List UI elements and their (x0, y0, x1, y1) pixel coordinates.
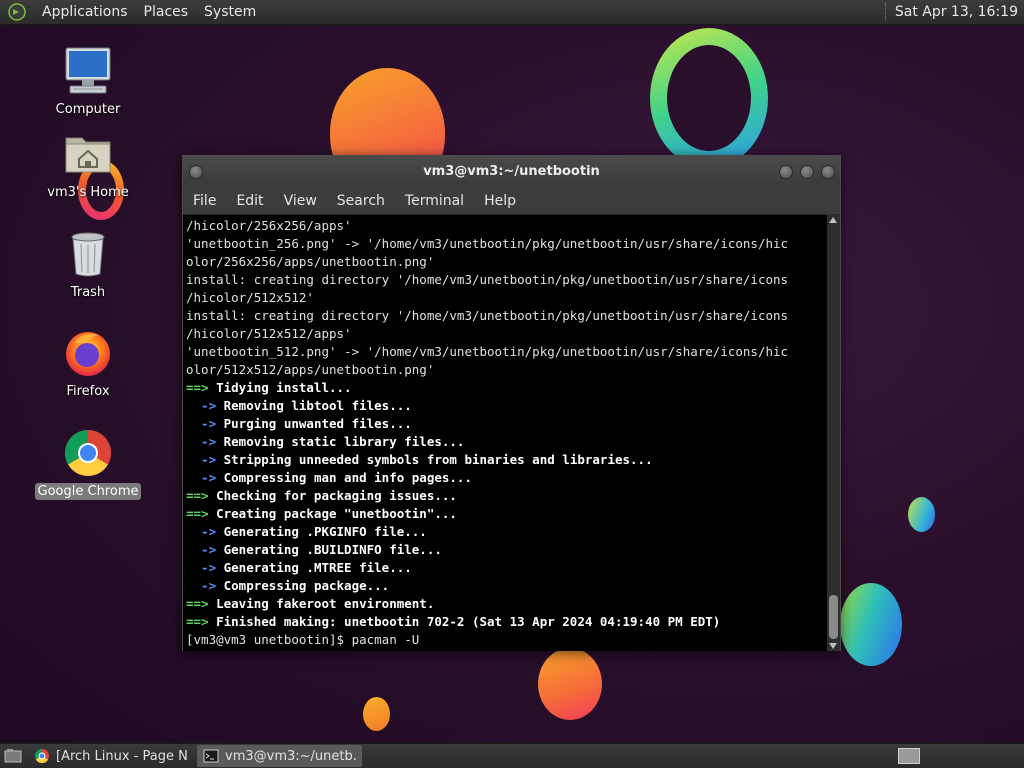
terminal-line: ==> Creating package "unetbootin"... (186, 506, 457, 521)
clock[interactable]: Sat Apr 13, 16:19 (895, 4, 1024, 20)
desktop-icon-chrome[interactable]: Google Chrome (33, 427, 143, 500)
bottom-panel: [Arch Linux - Page N... vm3@vm3:~/unetb.… (0, 743, 1024, 768)
desktop-icon-trash[interactable]: Trash (33, 228, 143, 301)
top-panel: Applications Places System Sat Apr 13, 1… (0, 0, 1024, 25)
decorative-orange-blob-2 (538, 648, 602, 720)
menu-help[interactable]: Help (474, 187, 526, 215)
terminal-line: -> Generating .PKGINFO file... (186, 524, 427, 539)
maximize-button[interactable] (800, 164, 814, 179)
taskbar-item-browser[interactable]: [Arch Linux - Page N... (28, 745, 193, 767)
chrome-icon (62, 427, 114, 479)
panel-separator (884, 3, 887, 21)
desktop-icon-firefox[interactable]: Firefox (33, 327, 143, 400)
desktop-icon-computer[interactable]: Computer (33, 45, 143, 118)
menu-terminal[interactable]: Terminal (395, 187, 474, 215)
terminal-line: 'unetbootin_512.png' -> '/home/vm3/unetb… (186, 344, 789, 359)
terminal-line: [vm3@vm3 unetbootin]$ pacman -U (186, 632, 420, 647)
distro-logo-icon[interactable] (6, 1, 28, 23)
terminal-line: -> Compressing man and info pages... (186, 470, 472, 485)
show-desktop-icon[interactable] (2, 745, 24, 767)
desktop-icon-label: vm3's Home (47, 185, 129, 200)
terminal-line: -> Compressing package... (186, 578, 390, 593)
decorative-green-ring (650, 28, 768, 168)
window-title: vm3@vm3:~/unetbootin (423, 164, 600, 179)
window-titlebar[interactable]: vm3@vm3:~/unetbootin (183, 156, 840, 187)
terminal-line: -> Generating .BUILDINFO file... (186, 542, 442, 557)
decorative-tiny-oval (908, 497, 935, 532)
taskbar-item-label: vm3@vm3:~/unetb... (225, 748, 356, 764)
terminal-line: /hicolor/512x512' (186, 290, 314, 305)
window-menu-button[interactable] (189, 164, 203, 179)
desktop-icon-home[interactable]: vm3's Home (33, 128, 143, 201)
menu-file[interactable]: File (183, 187, 226, 215)
menu-search[interactable]: Search (327, 187, 395, 215)
desktop-icon-label: Firefox (66, 384, 110, 399)
minimize-button[interactable] (779, 164, 793, 179)
terminal-line: install: creating directory '/home/vm3/u… (186, 308, 789, 323)
window-controls (779, 164, 835, 179)
desktop-icon-label: Computer (55, 102, 121, 117)
terminal-line: -> Removing static library files... (186, 434, 465, 449)
scroll-up-arrow-icon[interactable] (829, 217, 837, 223)
terminal-line: olor/256x256/apps/unetbootin.png' (186, 254, 435, 269)
home-folder-icon (62, 128, 114, 180)
terminal-scrollbar[interactable] (827, 215, 840, 651)
terminal-line: -> Purging unwanted files... (186, 416, 412, 431)
terminal-line: -> Stripping unneeded symbols from binar… (186, 452, 653, 467)
firefox-icon (62, 327, 114, 379)
terminal-line: ==> Checking for packaging issues... (186, 488, 457, 503)
terminal-line: ==> Finished making: unetbootin 702-2 (S… (186, 614, 721, 629)
menu-view[interactable]: View (274, 187, 327, 215)
terminal-line: ==> Leaving fakeroot environment. (186, 596, 435, 611)
terminal-line: /hicolor/512x512/apps' (186, 326, 352, 341)
terminal-window[interactable]: vm3@vm3:~/unetbootin File Edit View Sear… (182, 155, 841, 651)
menu-edit[interactable]: Edit (226, 187, 273, 215)
terminal-menubar: File Edit View Search Terminal Help (183, 187, 840, 215)
terminal-text: /hicolor/256x256/apps' 'unetbootin_256.pn… (183, 215, 828, 649)
terminal-line: install: creating directory '/home/vm3/u… (186, 272, 789, 287)
terminal-line: -> Generating .MTREE file... (186, 560, 412, 575)
taskbar-item-label: [Arch Linux - Page N... (56, 748, 187, 764)
decorative-blue-oval (840, 583, 902, 666)
terminal-icon (203, 748, 219, 764)
applications-menu[interactable]: Applications (34, 0, 136, 25)
terminal-line: -> Removing libtool files... (186, 398, 412, 413)
close-button[interactable] (821, 164, 835, 179)
decorative-orange-blob-3 (363, 697, 390, 731)
chrome-icon (34, 748, 50, 764)
terminal-line: /hicolor/256x256/apps' (186, 218, 352, 233)
workspace-switcher[interactable] (898, 748, 920, 764)
system-menu[interactable]: System (196, 0, 264, 25)
trash-icon (62, 228, 114, 280)
places-menu[interactable]: Places (136, 0, 197, 25)
desktop-icon-label: Google Chrome (34, 483, 142, 500)
desktop-icon-label: Trash (70, 285, 106, 300)
taskbar-item-terminal[interactable]: vm3@vm3:~/unetb... (197, 745, 362, 767)
scroll-down-arrow-icon[interactable] (829, 643, 837, 649)
terminal-line: 'unetbootin_256.png' -> '/home/vm3/unetb… (186, 236, 789, 251)
scroll-thumb[interactable] (829, 595, 838, 639)
computer-icon (62, 45, 114, 97)
terminal-output[interactable]: /hicolor/256x256/apps' 'unetbootin_256.pn… (183, 215, 828, 651)
terminal-line: ==> Tidying install... (186, 380, 352, 395)
terminal-line: olor/512x512/apps/unetbootin.png' (186, 362, 435, 377)
